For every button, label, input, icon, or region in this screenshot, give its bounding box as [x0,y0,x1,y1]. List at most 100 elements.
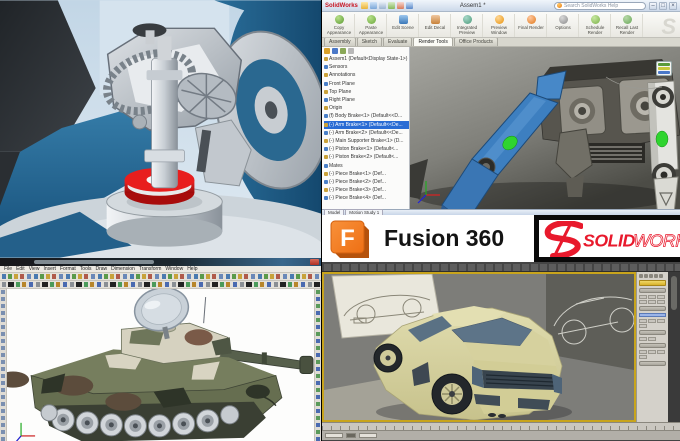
tree-item[interactable]: (f) Body Brake<1> (Default<<D... [324,112,409,120]
3dsmax-viewport[interactable] [322,272,636,422]
bearing-ball [132,114,148,130]
rollout-bar[interactable] [639,343,666,348]
tree-item[interactable]: (-) Piece Brake<1> (Def... [324,170,409,178]
edit-decal-icon [430,15,440,24]
fusion-letter: F [340,225,355,252]
tank-viewport[interactable] [7,289,314,441]
menu-view[interactable]: View [29,266,40,272]
context-mini-toolbar[interactable] [656,61,672,76]
edit-decal-button[interactable]: Edit Decal [420,14,451,37]
cad-services-collage: SolidWorks Assem1 * Search SolidWorks He… [0,0,680,441]
tank-right-toolbar[interactable] [314,289,321,441]
close-button[interactable] [310,259,319,265]
render-tools-ribbon: Copy Appearance Paste Appearance Edit Sc… [322,12,680,39]
3dsmax-status-bar [322,430,680,440]
tank-toolbar-row-1[interactable] [0,273,321,281]
maximize-button[interactable]: □ [659,1,667,10]
menu-window[interactable]: Window [165,266,183,272]
command-panel[interactable] [636,272,668,422]
recall-last-render-icon [622,15,632,24]
rollout-bar[interactable] [639,306,666,311]
minimize-button[interactable]: – [649,1,657,10]
menu-format[interactable]: Format [60,266,76,272]
copy-appearance-button[interactable]: Copy Appearance [324,14,355,37]
rollout-bar[interactable] [639,361,666,366]
tree-item[interactable]: Assem1 (Default<Display State-1>) [324,55,409,63]
tab-render-tools[interactable]: Render Tools [413,37,453,46]
tree-item[interactable]: (-) Main Supporter Brake<1> (D... [324,137,409,145]
tank-left-toolbar[interactable] [0,289,7,441]
3dsmax-toolbar[interactable] [322,262,680,272]
tank-toolbar-row-2[interactable] [0,281,321,289]
tab-sketch[interactable]: Sketch [356,37,382,46]
options-button[interactable]: Options [548,14,579,37]
button-grid[interactable] [639,350,666,359]
tank-title-bar [0,258,321,266]
edit-scene-button[interactable]: Edit Scene [388,14,419,37]
menu-insert[interactable]: Insert [43,266,56,272]
tab-assembly[interactable]: Assembly [324,37,356,46]
blueprint-side [546,274,634,370]
menu-file[interactable]: File [4,266,12,272]
tree-item[interactable]: (-) Piece Brake<4> (Def... [324,194,409,202]
tree-item[interactable]: (-) Piston Brake<1> (Default<... [324,145,409,153]
tab-office-products[interactable]: Office Products [453,37,498,46]
modifier-button[interactable] [639,280,666,286]
menu-help[interactable]: Help [187,266,197,272]
tank-title-text [34,260,154,264]
tree-item[interactable]: (-) Piece Brake<3> (Def... [324,186,409,194]
close-button[interactable]: × [669,1,677,10]
solidworks-viewport[interactable] [410,47,680,209]
final-render-button[interactable]: Final Render [516,14,547,37]
solidworks-logo-box: SOLID WORKS [534,215,680,262]
feature-manager-tree[interactable]: Assem1 (Default<Display State-1>) Sensor… [322,47,410,209]
button-grid[interactable] [639,295,666,304]
tree-item[interactable]: (-) Piston Brake<2> (Default<... [324,153,409,161]
menu-transform[interactable]: Transform [139,266,162,272]
schedule-render-icon [590,15,600,24]
command-panel-tabs[interactable] [639,274,666,278]
rollout-bar[interactable] [639,288,666,293]
car-rear-wheel [431,373,473,415]
solidworks-watermark: S [661,14,676,39]
car-front-wheel [373,343,403,373]
document-title: Assem1 * [459,2,486,9]
tree-item[interactable]: Origin [324,104,409,112]
tree-toolbar[interactable] [324,48,409,54]
menu-draw[interactable]: Draw [95,266,107,272]
machinery-render-panel [0,0,321,258]
panel-scrollbar[interactable] [668,272,680,422]
solidworks-wordmark: SOLID WORKS [583,230,680,251]
preview-window-button[interactable]: Preview Window [484,14,515,37]
search-box[interactable]: Search SolidWorks Help [554,1,646,10]
schedule-render-button[interactable]: Schedule Render [580,14,611,37]
recall-last-render-button[interactable]: Recall Last Render [612,14,643,37]
button-grid[interactable] [639,319,666,328]
solidworks-wordmark-bold: SOLID [583,230,635,250]
tree-item[interactable]: Mates [324,161,409,169]
rollout-bar[interactable] [639,330,666,335]
tree-item[interactable]: (-) Piece Brake<2> (Def... [324,178,409,186]
tree-item[interactable]: Top Plane [324,88,409,96]
tree-item[interactable]: Front Plane [324,80,409,88]
options-icon [558,15,568,24]
paste-appearance-button[interactable]: Paste Appearance [356,14,387,37]
tab-evaluate[interactable]: Evaluate [382,37,413,46]
button-grid[interactable] [639,337,666,341]
timeline-track[interactable] [322,422,680,430]
mate-indicator-green [655,130,669,148]
menu-tools[interactable]: Tools [80,266,92,272]
tree-item[interactable]: Right Plane [324,96,409,104]
tree-item[interactable]: Annotations [324,71,409,79]
menu-edit[interactable]: Edit [16,266,25,272]
tree-item-selected[interactable]: (-) Arm Brake<1> (Default<<De... [324,120,409,129]
tree-item[interactable]: Sensors [324,63,409,71]
solidworks-window: SolidWorks Assem1 * Search SolidWorks He… [322,0,680,215]
integrated-preview-button[interactable]: Integrated Preview [452,14,483,37]
menu-dimension[interactable]: Dimension [111,266,135,272]
quick-access-toolbar[interactable] [360,2,413,9]
solidworks-app-logo: SolidWorks [325,2,358,9]
modifier-stack-selected[interactable] [639,313,666,317]
tree-item[interactable]: (-) Arm Brake<2> (Default<<De... [324,129,409,137]
tank-model [7,289,314,441]
